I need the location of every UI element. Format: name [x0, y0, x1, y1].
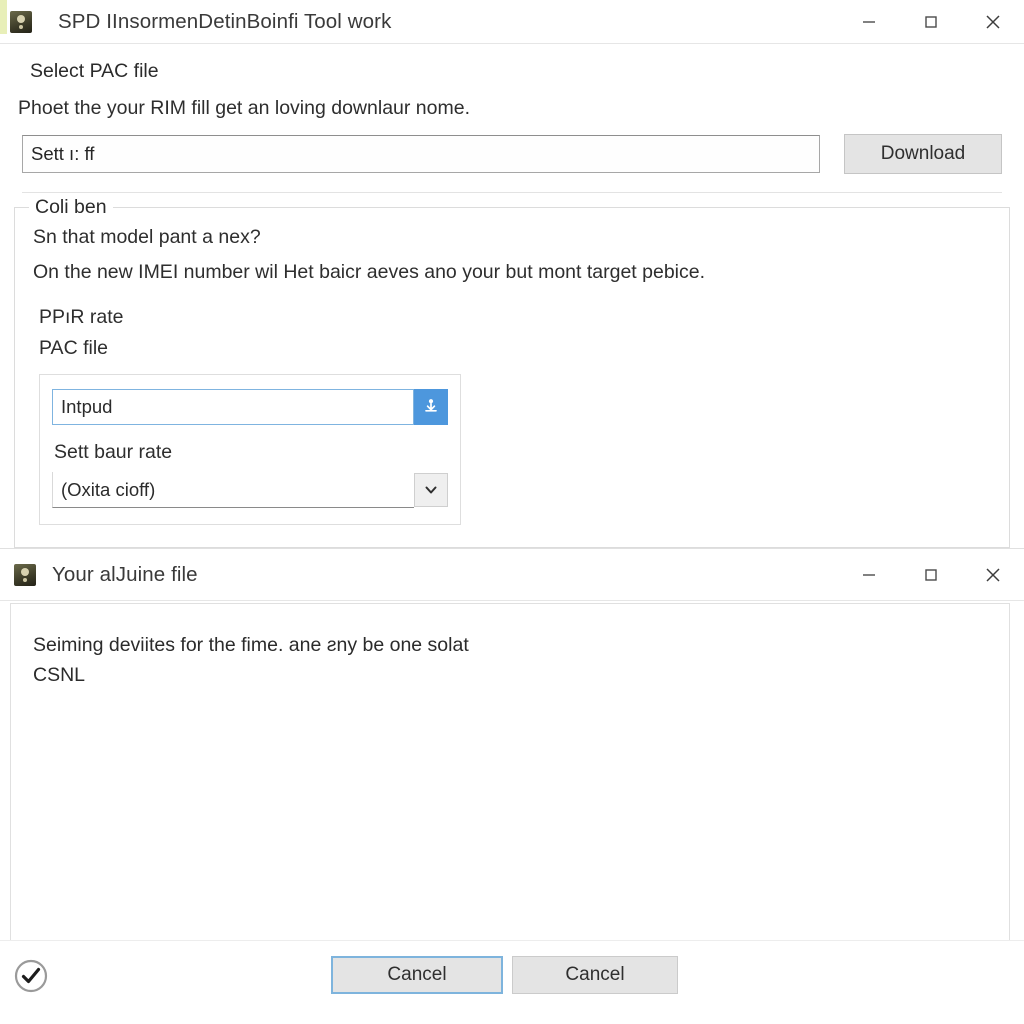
maximize-button[interactable] [900, 549, 962, 601]
download-tray-icon [421, 396, 441, 419]
pac-input-row [52, 389, 448, 425]
window2-controls [838, 549, 1024, 601]
pac-file-label: PAC file [39, 337, 108, 359]
app-icon [10, 10, 32, 33]
baud-rate-combo[interactable] [52, 472, 448, 508]
baud-rate-input[interactable] [52, 472, 414, 508]
window1-title: SPD IInsormenDetinBoinfi Tool work [58, 9, 392, 33]
download-button[interactable]: Download [844, 134, 1002, 174]
download-tray-icon-button[interactable] [414, 389, 448, 425]
minimize-button[interactable] [838, 549, 900, 601]
select-pac-heading: Select PAC file [30, 60, 159, 82]
footer-bar: Cancel Cancel [0, 940, 1024, 1024]
pac-fields-panel: Sett baur rate [39, 374, 461, 525]
options-group: Coli ben Sn that model pant a nex? On th… [14, 196, 1010, 548]
output-window: Your alJuine file Seiming deviites for t… [0, 548, 1024, 1024]
window1-titlebar[interactable]: SPD IInsormenDetinBoinfi Tool work [0, 0, 1024, 44]
select-pac-description: Phoet the your RIM fill get an loving do… [18, 97, 470, 119]
baud-rate-label: Sett baur rate [54, 441, 173, 463]
message-line-2: CSNL [33, 664, 86, 687]
select-pac-section: Select PAC file Phoet the your RIM fill … [0, 44, 1024, 193]
select-pac-row: Download [22, 134, 1002, 174]
spd-tool-window: SPD IInsormenDetinBoinfi Tool work Selec… [0, 0, 1024, 548]
app-icon [14, 563, 36, 586]
pac-path-input[interactable] [22, 135, 820, 173]
close-button[interactable] [962, 0, 1024, 44]
footer-buttons: Cancel Cancel [331, 956, 678, 994]
ppir-rate-label: PPıR rate [39, 306, 124, 328]
window2-titlebar[interactable]: Your alJuine file [0, 549, 1024, 601]
minimize-button[interactable] [838, 0, 900, 44]
check-circle-icon [12, 957, 50, 1000]
group-line-1: Sn that model pant a nex? [33, 226, 261, 248]
title-accent-bar [0, 0, 7, 34]
window1-controls [838, 0, 1024, 44]
section-divider [22, 192, 1002, 193]
chevron-down-icon[interactable] [414, 473, 448, 507]
cancel-button-primary[interactable]: Cancel [331, 956, 503, 994]
message-panel: Seiming deviites for the fime. ane ƨny b… [10, 603, 1010, 941]
options-group-wrapper: Coli ben Sn that model pant a nex? On th… [14, 196, 1010, 548]
window2-title: Your alJuine file [52, 562, 198, 586]
close-button[interactable] [962, 549, 1024, 601]
message-line-1: Seiming deviites for the fime. ane ƨny b… [33, 634, 469, 656]
options-group-legend: Coli ben [29, 196, 113, 219]
maximize-button[interactable] [900, 0, 962, 44]
group-line-2: On the new IMEI number wil Het baicr aev… [33, 261, 706, 283]
cancel-button-secondary[interactable]: Cancel [512, 956, 678, 994]
pac-file-input[interactable] [52, 389, 414, 425]
